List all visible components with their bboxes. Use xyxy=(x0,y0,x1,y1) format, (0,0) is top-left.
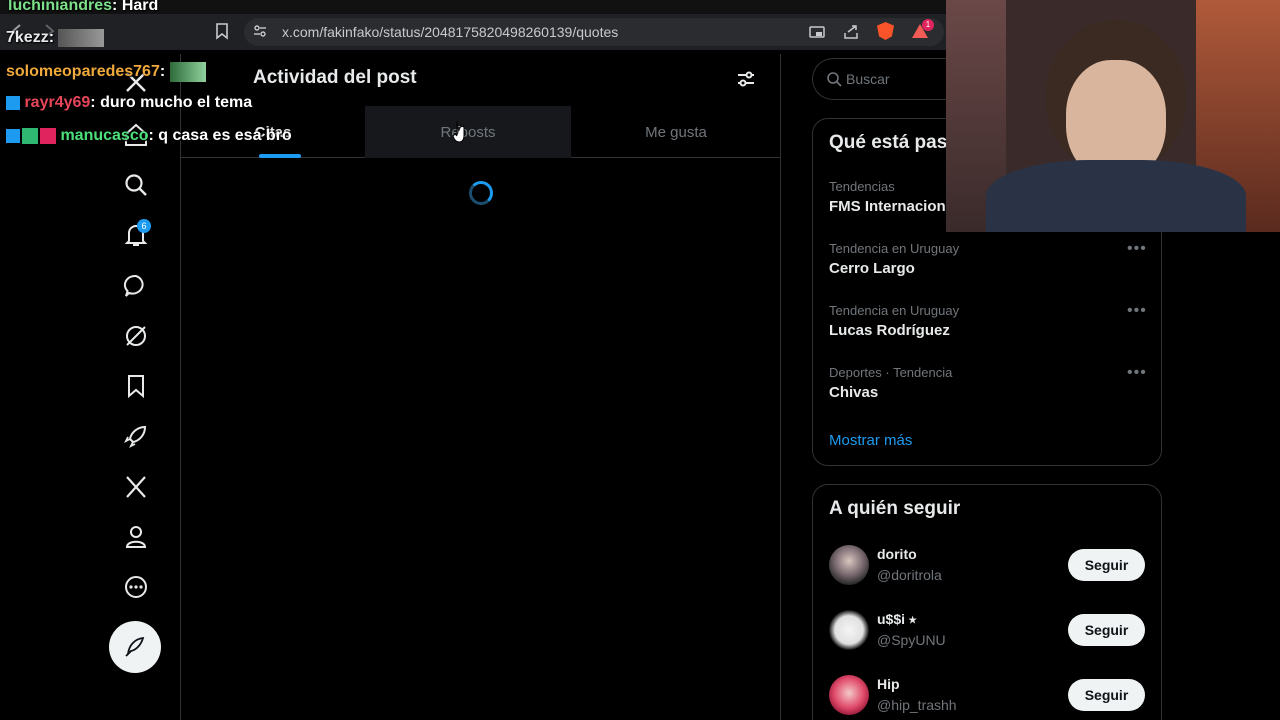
user-name[interactable]: Hip xyxy=(877,676,900,692)
user-name[interactable]: u$$i ⭑ xyxy=(877,611,916,628)
page-title: Actividad del post xyxy=(253,67,417,88)
trend-meta: Tendencias xyxy=(829,179,895,194)
chat-text: Hard xyxy=(121,0,159,14)
messages-icon[interactable] xyxy=(123,273,149,299)
trend-name[interactable]: FMS Internacional xyxy=(829,198,958,215)
feather-compose-icon xyxy=(125,636,145,657)
trend-more-icon[interactable]: ••• xyxy=(1127,364,1147,382)
chat-emote-image xyxy=(58,29,105,47)
screen: { "browser": { "url": "x.com/fakinfako/s… xyxy=(0,0,1280,720)
trend-meta: Tendencia en Uruguay xyxy=(829,303,960,318)
trend-meta: Deportes · Tendencia xyxy=(829,365,953,380)
tab-likes[interactable]: Me gusta xyxy=(571,106,781,158)
premium-x-icon[interactable] xyxy=(123,474,149,500)
avatar[interactable] xyxy=(829,545,869,585)
chat-emote-image xyxy=(169,62,206,82)
chat-badge-icon xyxy=(6,128,20,143)
chat-text: q casa es esa bro xyxy=(158,127,292,144)
user-name[interactable]: dorito xyxy=(877,546,917,562)
cast-icon[interactable] xyxy=(808,23,826,41)
bookmarks-icon[interactable] xyxy=(123,373,149,399)
chat-message: manucasco: q casa es esa bro xyxy=(6,127,292,145)
avatar[interactable] xyxy=(829,675,869,715)
follow-button[interactable]: Seguir xyxy=(1068,614,1145,646)
trend-more-icon[interactable]: ••• xyxy=(1127,240,1147,258)
communities-rocket-icon[interactable] xyxy=(123,423,149,449)
streamer-webcam xyxy=(946,0,1280,232)
user-handle: @SpyUNU xyxy=(877,632,946,648)
chat-badge-icon xyxy=(22,127,38,144)
chat-username: manucasco xyxy=(60,127,149,144)
chat-username: rayr4y69 xyxy=(24,94,91,111)
follow-button[interactable]: Seguir xyxy=(1068,679,1145,711)
avatar[interactable] xyxy=(829,610,869,650)
url-text[interactable]: x.com/fakinfako/status/20481758204982601… xyxy=(282,24,618,40)
bookmark-page-icon[interactable] xyxy=(213,22,231,40)
chat-message: 7kezz: xyxy=(6,29,105,47)
show-more-link[interactable]: Mostrar más xyxy=(829,432,912,449)
tab-reposts[interactable]: Reposts xyxy=(365,106,571,158)
trend-name[interactable]: Chivas xyxy=(829,384,878,401)
notifications-badge: 6 xyxy=(137,219,151,233)
loading-spinner xyxy=(469,181,493,205)
trend-name[interactable]: Cerro Largo xyxy=(829,260,915,277)
profile-icon[interactable] xyxy=(123,524,149,550)
share-icon[interactable] xyxy=(842,23,860,41)
search-placeholder: Buscar xyxy=(846,71,890,87)
chat-username: luchiniandres xyxy=(8,0,113,14)
chat-message: solomeoparedes767: xyxy=(6,62,206,82)
site-settings-icon[interactable] xyxy=(252,23,268,39)
explore-icon[interactable] xyxy=(123,172,149,198)
filter-settings-icon[interactable] xyxy=(735,68,757,90)
search-icon xyxy=(827,72,842,87)
compose-post-button[interactable] xyxy=(109,621,161,673)
grok-icon[interactable] xyxy=(123,323,149,349)
chat-username: solomeoparedes767 xyxy=(6,63,160,81)
chat-badge-icon xyxy=(40,127,56,144)
chat-text: duro mucho el tema xyxy=(100,94,253,111)
more-options-icon[interactable] xyxy=(123,574,149,600)
user-handle: @doritrola xyxy=(877,567,942,583)
rewards-badge: 1 xyxy=(922,19,934,31)
trend-name[interactable]: Lucas Rodríguez xyxy=(829,322,950,339)
webcam-hoodie xyxy=(986,160,1246,232)
chat-badge-icon xyxy=(6,95,20,110)
follow-button[interactable]: Seguir xyxy=(1068,549,1145,581)
who-to-follow-title: A quién seguir xyxy=(829,498,961,519)
chat-username: 7kezz xyxy=(6,29,49,47)
active-tab-indicator xyxy=(259,154,301,158)
trend-more-icon[interactable]: ••• xyxy=(1127,302,1147,320)
chat-message: luchiniandres: Hard xyxy=(8,0,158,15)
user-handle: @hip_trashh xyxy=(877,697,957,713)
mouse-cursor-icon xyxy=(452,121,465,143)
chat-message: rayr4y69: duro mucho el tema xyxy=(6,94,252,112)
notifications-nav[interactable]: 6 xyxy=(123,219,151,248)
trend-meta: Tendencia en Uruguay xyxy=(829,241,960,256)
